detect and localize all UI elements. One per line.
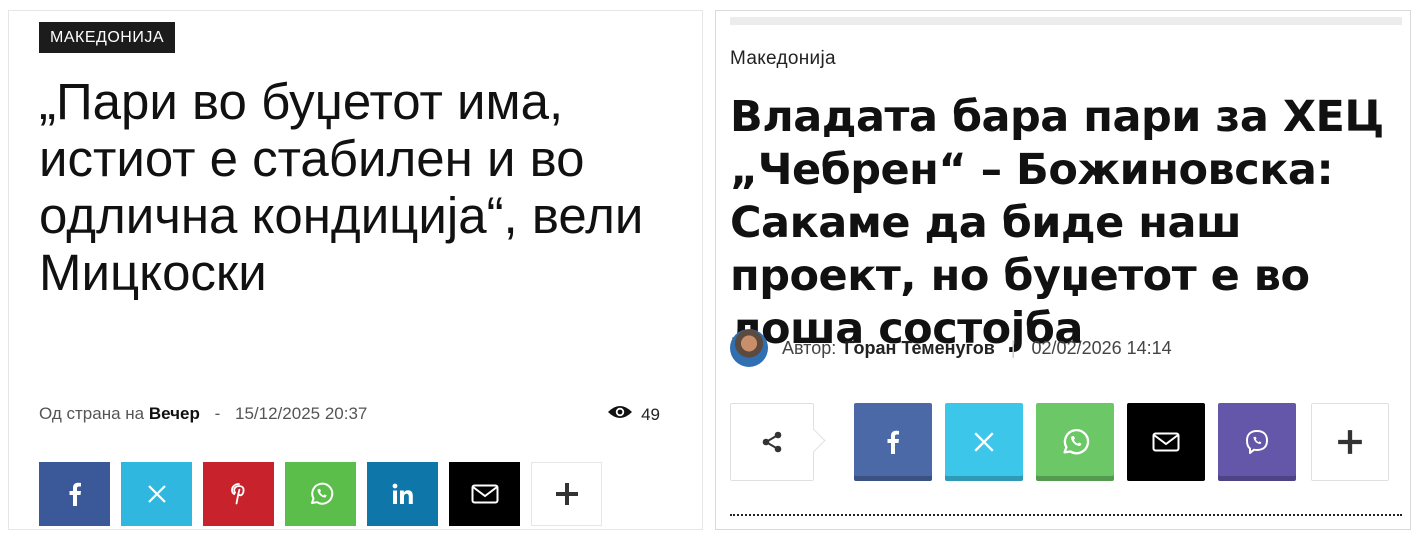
share-x-button[interactable] <box>945 403 1023 481</box>
share-more-button[interactable] <box>531 462 602 526</box>
publish-date: 02/02/2026 14:14 <box>1031 337 1172 358</box>
category-label[interactable]: Македонија <box>730 48 836 70</box>
author-label: Автор: <box>782 337 837 358</box>
view-counter: 49 <box>607 404 660 425</box>
share-viber-button[interactable] <box>1218 403 1296 481</box>
dotted-divider <box>730 514 1402 516</box>
share-whatsapp-button[interactable] <box>1036 403 1114 481</box>
share-pinterest-button[interactable] <box>203 462 274 526</box>
share-facebook-button[interactable] <box>854 403 932 481</box>
facebook-icon <box>886 430 900 454</box>
facebook-icon <box>68 482 82 506</box>
meta-divider: | <box>1010 337 1016 358</box>
right-article-panel: Македонија Владата бара пари за ХЕЦ „Чеб… <box>715 10 1411 530</box>
article-headline: „Пари во буџетот има, истиот е стабилен … <box>39 73 644 301</box>
view-count: 49 <box>641 404 660 424</box>
share-linkedin-button[interactable] <box>367 462 438 526</box>
eye-icon <box>607 404 633 425</box>
share-x-button[interactable] <box>121 462 192 526</box>
article-meta: Од страна на Вечер - 15/12/2025 20:37 <box>39 404 367 424</box>
x-icon <box>147 484 167 504</box>
article-headline: Владата бара пари за ХЕЦ „Чебрен“ – Божи… <box>730 92 1384 354</box>
share-icon <box>760 430 784 454</box>
top-divider <box>730 17 1402 25</box>
share-more-button[interactable] <box>1311 403 1389 481</box>
viber-icon <box>1243 428 1271 456</box>
email-icon <box>471 484 499 504</box>
left-article-panel: МАКЕДОНИЈА „Пари во буџетот има, истиот … <box>8 10 703 530</box>
author-avatar[interactable] <box>730 329 768 367</box>
x-icon <box>973 431 995 453</box>
category-badge[interactable]: МАКЕДОНИЈА <box>39 22 175 53</box>
share-email-button[interactable] <box>449 462 520 526</box>
linkedin-icon <box>392 483 414 505</box>
whatsapp-icon <box>1060 427 1090 457</box>
email-icon <box>1152 432 1180 452</box>
share-toggle-button[interactable] <box>730 403 814 481</box>
whatsapp-icon <box>308 481 334 507</box>
publish-date: 15/12/2025 20:37 <box>235 404 368 423</box>
plus-icon <box>554 481 580 507</box>
meta-separator: - <box>214 404 221 423</box>
plus-icon <box>1336 428 1364 456</box>
author-link[interactable]: Вечер <box>149 404 200 423</box>
author-row: Автор: Горан Теменугов | 02/02/2026 14:1… <box>730 329 1172 367</box>
share-email-button[interactable] <box>1127 403 1205 481</box>
share-whatsapp-button[interactable] <box>285 462 356 526</box>
author-name[interactable]: Горан Теменугов <box>844 338 995 359</box>
share-facebook-button[interactable] <box>39 462 110 526</box>
pinterest-icon <box>230 483 247 505</box>
byline-prefix: Од страна на <box>39 404 145 423</box>
